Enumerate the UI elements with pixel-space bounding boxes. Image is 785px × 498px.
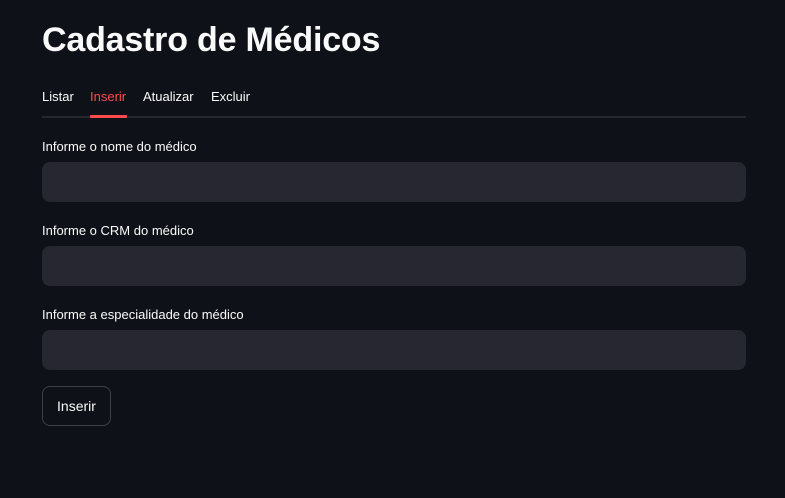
doctor-crm-input[interactable] [42, 246, 746, 286]
doctor-name-input[interactable] [42, 162, 746, 202]
tab-bar-divider [42, 116, 746, 118]
doctor-name-label: Informe o nome do médico [42, 139, 197, 154]
tab-bar: Listar Inserir Atualizar Excluir [42, 84, 746, 118]
active-tab-indicator [90, 115, 127, 118]
doctor-specialty-label: Informe a especialidade do médico [42, 307, 244, 322]
tab-inserir[interactable]: Inserir [90, 89, 126, 105]
page-title: Cadastro de Médicos [42, 21, 381, 59]
tab-excluir[interactable]: Excluir [211, 89, 250, 105]
insert-button[interactable]: Inserir [42, 386, 111, 426]
tab-atualizar[interactable]: Atualizar [143, 89, 194, 105]
app-page: Cadastro de Médicos Listar Inserir Atual… [0, 0, 785, 498]
doctor-specialty-input[interactable] [42, 330, 746, 370]
doctor-crm-label: Informe o CRM do médico [42, 223, 194, 238]
tab-listar[interactable]: Listar [42, 89, 74, 105]
